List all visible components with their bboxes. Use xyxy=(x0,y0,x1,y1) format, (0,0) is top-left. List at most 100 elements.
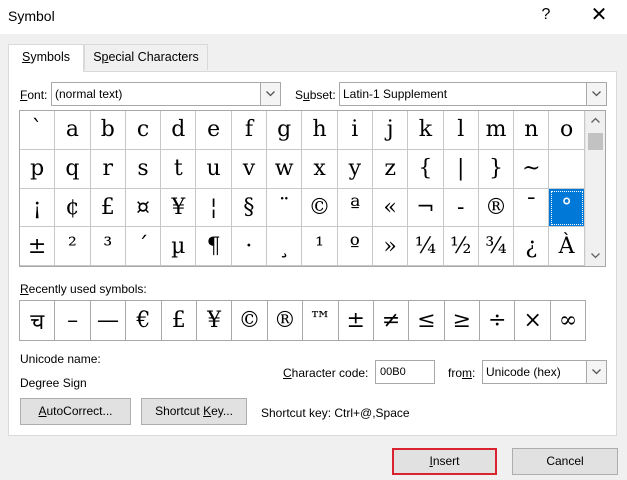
shortcut-key-button[interactable]: Shortcut Key... xyxy=(141,398,247,425)
symbol-cell[interactable]: b xyxy=(90,111,126,150)
symbol-cell[interactable]: « xyxy=(372,188,409,228)
symbol-cell[interactable]: i xyxy=(337,111,373,150)
symbol-cell[interactable]: ¾ xyxy=(478,227,515,266)
recent-symbol-cell[interactable]: € xyxy=(126,301,162,340)
symbol-cell[interactable]: d xyxy=(161,111,197,150)
symbol-cell[interactable]: t xyxy=(161,149,197,189)
symbol-cell[interactable]: » xyxy=(372,227,409,266)
symbol-cell[interactable] xyxy=(549,149,585,189)
symbol-cell[interactable]: ¦ xyxy=(196,188,232,228)
recent-symbol-cell[interactable]: ± xyxy=(339,301,374,340)
symbol-cell[interactable]: · xyxy=(231,227,268,266)
symbol-cell[interactable]: ¨ xyxy=(267,188,303,228)
symbol-cell[interactable]: ¯ xyxy=(514,188,550,228)
symbol-cell[interactable]: ¤ xyxy=(125,188,162,228)
symbol-cell[interactable]: l xyxy=(443,111,479,150)
recent-symbol-cell[interactable]: ÷ xyxy=(480,301,516,340)
symbol-cell[interactable]: r xyxy=(90,149,126,189)
symbol-cell[interactable]: ¸ xyxy=(267,227,303,266)
symbol-cell[interactable]: e xyxy=(196,111,232,150)
symbol-cell[interactable]: k xyxy=(408,111,444,150)
symbol-cell[interactable]: s xyxy=(125,149,162,189)
insert-button[interactable]: Insert xyxy=(392,448,497,475)
autocorrect-button[interactable]: AutoCorrect... xyxy=(20,398,131,425)
symbol-cell[interactable]: ¥ xyxy=(161,188,197,228)
scroll-up-icon[interactable] xyxy=(591,117,600,123)
symbol-cell[interactable]: ¹ xyxy=(302,227,338,266)
tab-special-characters[interactable]: Special Characters xyxy=(84,44,208,70)
symbol-cell[interactable]: ³ xyxy=(90,227,126,266)
symbol-cell[interactable]: µ xyxy=(161,227,197,266)
symbol-cell[interactable]: } xyxy=(478,149,515,189)
recent-symbol-cell[interactable]: ≥ xyxy=(445,301,481,340)
symbol-cell[interactable]: m xyxy=(478,111,515,150)
recent-symbol-cell[interactable]: ™ xyxy=(303,301,339,340)
symbol-cell[interactable]: ¶ xyxy=(196,227,232,266)
symbol-cell[interactable]: ~ xyxy=(514,149,550,189)
symbol-cell[interactable]: º xyxy=(337,227,373,266)
recent-symbol-cell[interactable]: च xyxy=(20,301,56,340)
symbol-cell[interactable]: q xyxy=(55,149,91,189)
recent-symbol-cell[interactable]: ≠ xyxy=(374,301,410,340)
cancel-button[interactable]: Cancel xyxy=(512,448,618,475)
symbol-cell[interactable]: f xyxy=(231,111,268,150)
tab-symbols[interactable]: Symbols xyxy=(8,44,84,72)
symbol-cell[interactable]: w xyxy=(267,149,303,189)
symbol-cell[interactable]: o xyxy=(549,111,585,150)
from-dropdown[interactable]: Unicode (hex) xyxy=(482,360,607,384)
symbol-cell[interactable]: ¢ xyxy=(55,188,91,228)
symbol-cell[interactable]: h xyxy=(302,111,338,150)
symbol-cell[interactable]: À xyxy=(549,227,585,266)
recent-symbol-cell[interactable]: × xyxy=(515,301,551,340)
symbol-cell[interactable]: ¿ xyxy=(514,227,550,266)
symbol-cell[interactable]: ª xyxy=(337,188,373,228)
close-icon[interactable]: ✕ xyxy=(586,4,612,26)
recent-symbol-cell[interactable]: – xyxy=(55,301,91,340)
symbol-cell[interactable]: ½ xyxy=(443,227,479,266)
symbol-cell[interactable]: ° xyxy=(549,188,585,228)
symbol-cell[interactable]: © xyxy=(302,188,338,228)
font-dropdown[interactable]: (normal text) xyxy=(51,82,281,106)
symbol-cell[interactable]: v xyxy=(231,149,268,189)
symbol-cell[interactable]: u xyxy=(196,149,232,189)
scroll-down-icon[interactable] xyxy=(591,253,600,259)
symbol-cell[interactable]: z xyxy=(372,149,409,189)
symbol-cell[interactable]: ` xyxy=(20,111,56,150)
recent-symbol-cell[interactable]: £ xyxy=(162,301,197,340)
symbol-cell[interactable]: x xyxy=(302,149,338,189)
chevron-down-icon[interactable] xyxy=(586,83,606,105)
character-code-input[interactable]: 00B0 xyxy=(375,360,435,384)
symbol-cell[interactable]: - xyxy=(443,188,479,228)
symbol-cell[interactable]: ® xyxy=(478,188,515,228)
symbol-cell[interactable]: § xyxy=(231,188,268,228)
symbol-cell[interactable]: ± xyxy=(20,227,56,266)
subset-dropdown[interactable]: Latin-1 Supplement xyxy=(339,82,607,106)
character-code-value: 00B0 xyxy=(380,366,406,378)
symbol-cell[interactable]: ¬ xyxy=(408,188,444,228)
symbol-cell[interactable]: ² xyxy=(55,227,91,266)
recent-symbol-cell[interactable]: ® xyxy=(268,301,304,340)
symbol-cell[interactable]: ´ xyxy=(125,227,162,266)
symbol-cell[interactable]: p xyxy=(20,149,56,189)
symbol-cell[interactable]: y xyxy=(337,149,373,189)
symbol-cell[interactable]: { xyxy=(408,149,444,189)
grid-scrollbar[interactable] xyxy=(585,111,605,266)
symbol-cell[interactable]: n xyxy=(514,111,550,150)
recent-symbol-cell[interactable]: — xyxy=(91,301,127,340)
symbol-cell[interactable]: | xyxy=(443,149,479,189)
symbol-cell[interactable]: g xyxy=(267,111,303,150)
recent-symbol-cell[interactable]: ∞ xyxy=(551,301,587,340)
recent-symbol-cell[interactable]: ¥ xyxy=(197,301,233,340)
chevron-down-icon[interactable] xyxy=(260,83,280,105)
scroll-thumb[interactable] xyxy=(588,133,603,150)
symbol-cell[interactable]: £ xyxy=(90,188,126,228)
recent-symbol-cell[interactable]: © xyxy=(232,301,268,340)
symbol-cell[interactable]: c xyxy=(125,111,162,150)
symbol-cell[interactable]: j xyxy=(372,111,409,150)
symbol-cell[interactable]: a xyxy=(55,111,91,150)
symbol-cell[interactable]: ¡ xyxy=(20,188,56,228)
symbol-cell[interactable]: ¼ xyxy=(408,227,444,266)
recent-symbol-cell[interactable]: ≤ xyxy=(409,301,445,340)
help-icon[interactable]: ? xyxy=(536,6,556,24)
chevron-down-icon[interactable] xyxy=(586,361,606,383)
